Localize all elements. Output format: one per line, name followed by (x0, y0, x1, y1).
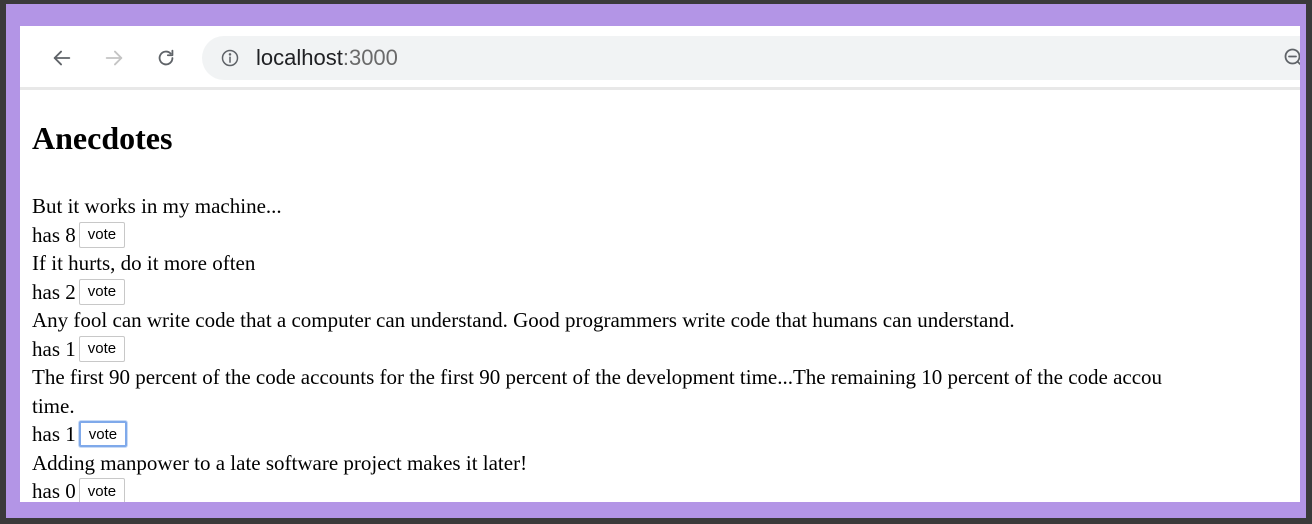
anecdote-text: If it hurts, do it more often (32, 251, 256, 275)
vote-button[interactable]: vote (78, 221, 126, 248)
vote-row: has 1 vote (32, 420, 1300, 449)
anecdote-text: But it works in my machine... (32, 194, 282, 218)
anecdote-item: But it works in my machine... has 8 vote (32, 192, 1300, 249)
reload-icon (158, 49, 174, 66)
vote-button[interactable]: vote (78, 335, 126, 362)
vote-button[interactable]: vote (78, 478, 126, 502)
vote-button[interactable]: vote (78, 278, 126, 305)
browser-window: localhost:3000 Anecdotes But it works in… (20, 26, 1300, 502)
url-port: :3000 (342, 45, 398, 70)
page-content: Anecdotes But it works in my machine... … (32, 118, 1300, 502)
vote-row: has 8 vote (32, 221, 1300, 250)
arrow-left-icon (53, 50, 71, 66)
vote-row: has 0 vote (32, 477, 1300, 502)
anecdote-text: Any fool can write code that a computer … (32, 308, 1015, 332)
url-host: localhost (256, 45, 343, 70)
vote-count: has 0 (32, 479, 76, 502)
back-button[interactable] (46, 42, 78, 74)
vote-count: has 1 (32, 422, 76, 446)
anecdote-text: The first 90 percent of the code account… (32, 365, 1163, 389)
anecdote-item: The first 90 percent of the code account… (32, 363, 1300, 449)
vote-button[interactable]: vote (78, 421, 128, 448)
info-circle-icon[interactable] (220, 48, 240, 68)
anecdote-text: Adding manpower to a late software proje… (32, 450, 528, 475)
zoom-icon[interactable] (1282, 46, 1300, 70)
vote-count: has 8 (32, 222, 76, 247)
browser-toolbar: localhost:3000 (20, 26, 1300, 90)
reload-button[interactable] (150, 42, 182, 74)
page-title: Anecdotes (32, 120, 173, 156)
anecdote-item: Adding manpower to a late software proje… (32, 449, 1300, 502)
screenshot-frame: localhost:3000 Anecdotes But it works in… (6, 4, 1306, 518)
anecdote-item: If it hurts, do it more often has 2 vote (32, 249, 1300, 306)
vote-row: has 1 vote (32, 335, 1300, 364)
address-bar[interactable]: localhost:3000 (202, 36, 1300, 80)
anecdote-text-continued: time. (32, 393, 75, 418)
vote-count: has 2 (32, 279, 76, 304)
vote-row: has 2 vote (32, 278, 1300, 307)
arrow-right-icon (105, 50, 123, 66)
forward-button[interactable] (98, 42, 130, 74)
anecdote-item: Any fool can write code that a computer … (32, 306, 1300, 363)
vote-count: has 1 (32, 336, 76, 361)
